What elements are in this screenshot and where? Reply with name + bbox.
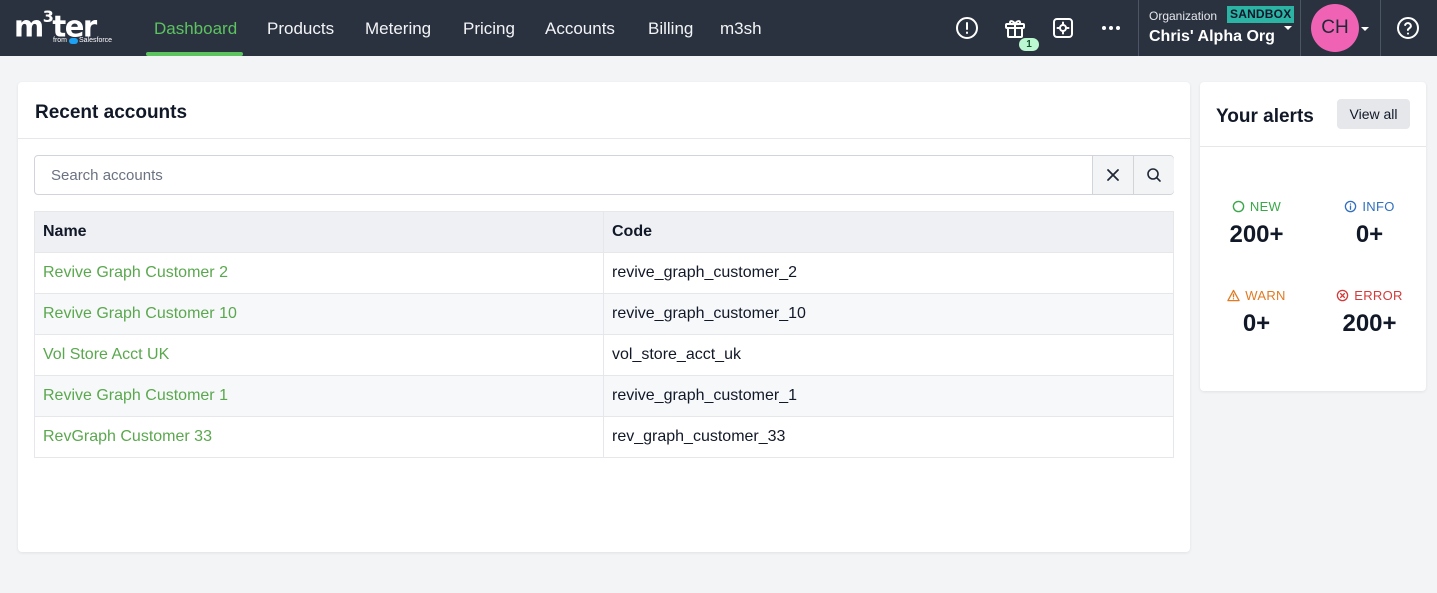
- view-all-alerts-button[interactable]: View all: [1337, 99, 1410, 129]
- account-code: vol_store_acct_uk: [603, 334, 1174, 376]
- more-menu-button[interactable]: [1095, 12, 1127, 44]
- search-icon: [1147, 168, 1161, 182]
- settings-button[interactable]: [1047, 12, 1079, 44]
- whats-new-count-badge: 1: [1019, 38, 1039, 51]
- recent-accounts-card: Recent accounts Name Code Revive Graph C…: [18, 82, 1190, 552]
- your-alerts-card: Your alerts View all NEW 200+ INFO 0+ WA…: [1200, 82, 1426, 391]
- search-input[interactable]: [35, 156, 1092, 194]
- alerts-button[interactable]: [951, 12, 983, 44]
- sandbox-badge: SANDBOX: [1227, 6, 1295, 23]
- nav-m3sh[interactable]: m3sh: [720, 0, 762, 56]
- gift-icon: [1005, 20, 1025, 38]
- account-name-link[interactable]: RevGraph Customer 33: [43, 428, 212, 445]
- card-header-divider: [18, 138, 1190, 139]
- account-search: [34, 155, 1174, 195]
- table-row: RevGraph Customer 33 rev_graph_customer_…: [34, 416, 1174, 458]
- alert-new-stat[interactable]: NEW 200+: [1200, 199, 1313, 249]
- chevron-down-icon: [1284, 26, 1292, 30]
- alert-warn-stat[interactable]: WARN 0+: [1200, 288, 1313, 338]
- alert-info-stat[interactable]: INFO 0+: [1313, 199, 1426, 249]
- alert-error-label: ERROR: [1354, 288, 1403, 303]
- alert-circle-icon: [956, 17, 978, 39]
- table-row: Revive Graph Customer 1 revive_graph_cus…: [34, 375, 1174, 417]
- alert-warn-label: WARN: [1245, 288, 1286, 303]
- column-header-name[interactable]: Name: [34, 211, 604, 253]
- account-code: revive_graph_customer_10: [603, 293, 1174, 335]
- recent-accounts-table: Name Code Revive Graph Customer 2 revive…: [34, 211, 1174, 458]
- info-icon: [1345, 200, 1357, 213]
- account-name-link[interactable]: Vol Store Acct UK: [43, 346, 169, 363]
- more-horizontal-icon: [1102, 26, 1120, 30]
- help-button[interactable]: [1392, 12, 1424, 44]
- nav-products[interactable]: Products: [267, 0, 334, 56]
- nav-dashboard[interactable]: Dashboard: [154, 0, 237, 56]
- alert-error-count: 200+: [1342, 310, 1397, 337]
- org-name: Chris' Alpha Org: [1149, 28, 1275, 45]
- circle-icon: [1232, 200, 1245, 213]
- alert-info-count: 0+: [1355, 221, 1384, 248]
- active-nav-indicator: [146, 52, 243, 56]
- help-circle-icon: [1397, 17, 1419, 39]
- chevron-down-icon[interactable]: [1360, 24, 1370, 34]
- m3ter-logo[interactable]: m3ter from Salesforce: [14, 4, 124, 48]
- account-code: revive_graph_customer_1: [603, 375, 1174, 417]
- search-button[interactable]: [1133, 156, 1174, 194]
- topbar-divider: [1380, 0, 1381, 56]
- logo-subtitle: from Salesforce: [53, 37, 113, 44]
- org-label: Organization: [1149, 9, 1218, 23]
- user-avatar[interactable]: CH: [1311, 4, 1359, 52]
- account-code: revive_graph_customer_2: [603, 252, 1174, 294]
- alert-new-label: NEW: [1249, 199, 1282, 214]
- alert-warn-count: 0+: [1242, 310, 1271, 337]
- recent-accounts-title: Recent accounts: [35, 102, 188, 123]
- nav-pricing[interactable]: Pricing: [463, 0, 515, 56]
- account-code: rev_graph_customer_33: [603, 416, 1174, 458]
- table-row: Vol Store Acct UK vol_store_acct_uk: [34, 334, 1174, 376]
- topbar-divider: [1300, 0, 1301, 56]
- alerts-title: Your alerts: [1216, 106, 1314, 127]
- nav-metering[interactable]: Metering: [365, 0, 431, 56]
- alert-info-label: INFO: [1362, 199, 1395, 214]
- nav-accounts[interactable]: Accounts: [545, 0, 615, 56]
- account-name-link[interactable]: Revive Graph Customer 10: [43, 305, 237, 322]
- nav-billing[interactable]: Billing: [648, 0, 693, 56]
- alert-error-stat[interactable]: ERROR 200+: [1313, 288, 1426, 338]
- top-navigation-bar: m3ter from Salesforce Dashboard Products…: [0, 0, 1437, 56]
- table-row: Revive Graph Customer 2 revive_graph_cus…: [34, 252, 1174, 294]
- topbar-divider: [1138, 0, 1139, 56]
- table-header-row: Name Code: [34, 211, 1174, 253]
- column-header-code[interactable]: Code: [603, 211, 1174, 253]
- x-circle-icon: [1337, 289, 1349, 302]
- close-icon: [1107, 169, 1119, 181]
- settings-screen-icon: [1053, 18, 1073, 38]
- salesforce-cloud-icon: [69, 37, 78, 44]
- table-row: Revive Graph Customer 10 revive_graph_cu…: [34, 293, 1174, 335]
- warning-triangle-icon: [1227, 289, 1241, 302]
- card-header-divider: [1200, 146, 1426, 147]
- account-name-link[interactable]: Revive Graph Customer 2: [43, 264, 228, 281]
- alert-new-count: 200+: [1229, 221, 1284, 248]
- account-name-link[interactable]: Revive Graph Customer 1: [43, 387, 228, 404]
- clear-search-button[interactable]: [1092, 156, 1133, 194]
